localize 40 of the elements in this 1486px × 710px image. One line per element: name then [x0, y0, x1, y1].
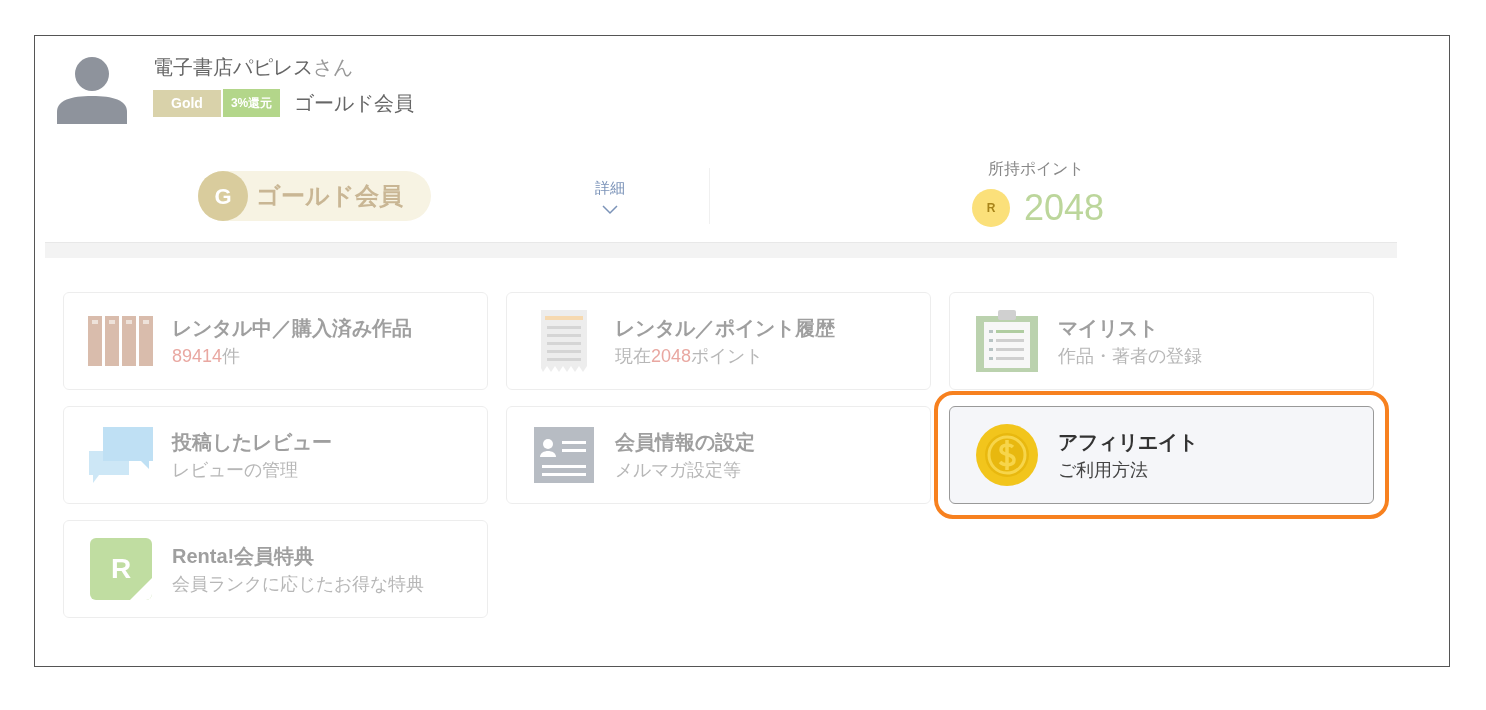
card-subtitle: 会員ランクに応じたお得な特典: [172, 572, 424, 596]
points-coin-icon: R: [972, 189, 1010, 227]
card-subtitle: ご利用方法: [1058, 458, 1149, 482]
letter-r-icon: R: [90, 538, 152, 600]
menu-card[interactable]: 投稿したレビュー レビューの管理: [63, 406, 488, 504]
card-title: アフィリエイト: [1058, 429, 1198, 455]
card-subtitle: 89414件: [172, 344, 242, 368]
card-subtitle: レビューの管理: [172, 458, 299, 482]
card-subtitle: 現在2048ポイント: [615, 344, 765, 368]
card-subtitle: メルマガ設定等: [615, 458, 742, 482]
menu-card[interactable]: アフィリエイト ご利用方法: [949, 406, 1374, 504]
card-title: レンタル中／購入済み作品: [172, 315, 412, 341]
points-label: 所持ポイント: [988, 159, 1085, 179]
receipt-icon: [539, 310, 589, 372]
avatar-icon: [57, 56, 127, 124]
card-title: 会員情報の設定: [615, 429, 755, 455]
chevron-icon: [602, 205, 618, 216]
rank-pill-label: ゴールド会員: [256, 181, 403, 211]
menu-card[interactable]: レンタル／ポイント履歴 現在2048ポイント: [506, 292, 931, 390]
user-name: 電子書店パピレスさん: [153, 55, 354, 80]
clipboard-icon: [976, 310, 1038, 372]
menu-card[interactable]: レンタル中／購入済み作品 89414件: [63, 292, 488, 390]
rank-letter: G: [214, 182, 232, 211]
card-title: Renta!会員特典: [172, 543, 316, 569]
books-icon: [88, 316, 154, 366]
rank-label: ゴールド会員: [294, 91, 415, 116]
rank-badge: Gold: [153, 89, 221, 117]
rebate-badge: 3%還元: [222, 89, 281, 117]
speech-bubbles-icon: [89, 427, 153, 483]
card-title: マイリスト: [1058, 315, 1159, 341]
id-card-icon: [534, 427, 594, 483]
menu-card[interactable]: マイリスト 作品・著者の登録: [949, 292, 1374, 390]
dollar-coin-icon: [976, 424, 1038, 486]
details-toggle[interactable]: 詳細: [595, 176, 625, 216]
points-value: 2048: [1024, 186, 1105, 230]
card-title: レンタル／ポイント履歴: [615, 315, 835, 341]
menu-card[interactable]: 会員情報の設定 メルマガ設定等: [506, 406, 931, 504]
card-title: 投稿したレビュー: [172, 429, 332, 455]
menu-card[interactable]: R Renta!会員特典 会員ランクに応じたお得な特典: [63, 520, 488, 618]
card-subtitle: 作品・著者の登録: [1058, 344, 1202, 368]
